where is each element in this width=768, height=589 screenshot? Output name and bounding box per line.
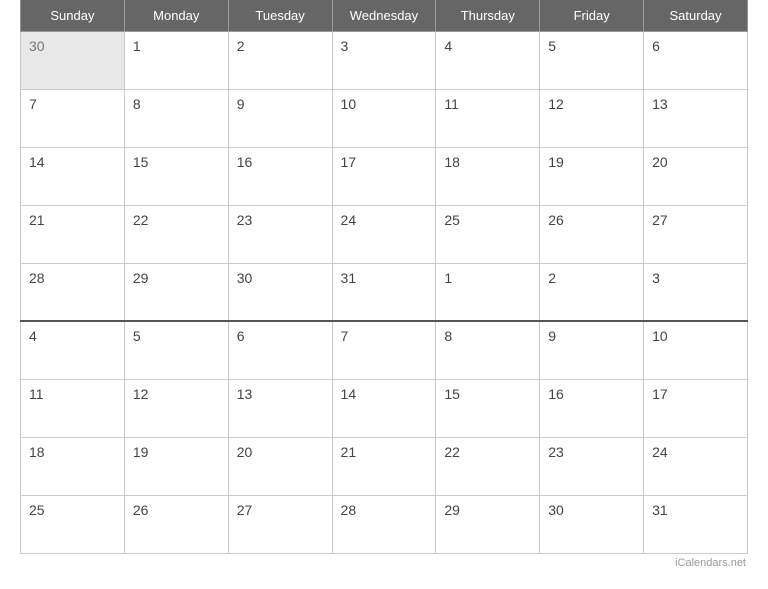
calendar-day: 16	[228, 147, 332, 205]
calendar-day: 27	[228, 495, 332, 553]
calendar-day: 26	[540, 205, 644, 263]
calendar-day: 2	[540, 263, 644, 321]
calendar-day: 21	[21, 205, 125, 263]
header-cell-sunday: Sunday	[21, 0, 125, 31]
calendar-day: 29	[124, 263, 228, 321]
calendar-day: 11	[21, 379, 125, 437]
week-row-6: 11121314151617	[21, 379, 748, 437]
calendar-day: 8	[124, 89, 228, 147]
calendar-day: 6	[644, 31, 748, 89]
calendar-day: 18	[21, 437, 125, 495]
calendar-day: 12	[124, 379, 228, 437]
calendar-day: 8	[436, 321, 540, 379]
calendar-day: 4	[21, 321, 125, 379]
calendar-day: 25	[436, 205, 540, 263]
week-row-0: 30123456	[21, 31, 748, 89]
calendar-day: 19	[124, 437, 228, 495]
week-row-1: 78910111213	[21, 89, 748, 147]
calendar-day: 10	[644, 321, 748, 379]
calendar-day: 23	[228, 205, 332, 263]
header-cell-thursday: Thursday	[436, 0, 540, 31]
week-row-7: 18192021222324	[21, 437, 748, 495]
calendar-day: 14	[332, 379, 436, 437]
calendar-day: 30	[540, 495, 644, 553]
calendar-day: 20	[228, 437, 332, 495]
calendar-day: 27	[644, 205, 748, 263]
calendar-day: 22	[124, 205, 228, 263]
calendar-day: 17	[332, 147, 436, 205]
calendar-day: 9	[228, 89, 332, 147]
calendar-day: 13	[228, 379, 332, 437]
calendar-day: 29	[436, 495, 540, 553]
calendar-day: 11	[436, 89, 540, 147]
calendar-day: 1	[124, 31, 228, 89]
calendar-container: July August 2024 SundayMondayTuesdayWedn…	[10, 0, 758, 589]
calendar-day: 9	[540, 321, 644, 379]
calendar-day: 22	[436, 437, 540, 495]
calendar-day: 3	[332, 31, 436, 89]
week-row-2: 14151617181920	[21, 147, 748, 205]
calendar-day: 4	[436, 31, 540, 89]
watermark: iCalendars.net	[20, 557, 748, 569]
calendar-day: 7	[21, 89, 125, 147]
header-cell-friday: Friday	[540, 0, 644, 31]
calendar-day: 21	[332, 437, 436, 495]
header-cell-wednesday: Wednesday	[332, 0, 436, 31]
calendar-day: 3	[644, 263, 748, 321]
calendar-day: 16	[540, 379, 644, 437]
header-cell-monday: Monday	[124, 0, 228, 31]
calendar-day: 23	[540, 437, 644, 495]
calendar-day: 13	[644, 89, 748, 147]
calendar-day: 1	[436, 263, 540, 321]
calendar-day: 2	[228, 31, 332, 89]
calendar-header: SundayMondayTuesdayWednesdayThursdayFrid…	[21, 0, 748, 31]
calendar-day: 18	[436, 147, 540, 205]
calendar-day: 20	[644, 147, 748, 205]
calendar-day: 15	[124, 147, 228, 205]
header-cell-saturday: Saturday	[644, 0, 748, 31]
calendar-day: 31	[332, 263, 436, 321]
calendar-table: SundayMondayTuesdayWednesdayThursdayFrid…	[20, 0, 748, 554]
calendar-day: 15	[436, 379, 540, 437]
calendar-day: 24	[332, 205, 436, 263]
calendar-day: 26	[124, 495, 228, 553]
calendar-day: 17	[644, 379, 748, 437]
week-row-5: 45678910	[21, 321, 748, 379]
calendar-day: 31	[644, 495, 748, 553]
week-row-8: 25262728293031	[21, 495, 748, 553]
calendar-day: 28	[332, 495, 436, 553]
calendar-body: 3012345678910111213141516171819202122232…	[21, 31, 748, 553]
calendar-day: 12	[540, 89, 644, 147]
week-row-4: 28293031123	[21, 263, 748, 321]
calendar-day: 25	[21, 495, 125, 553]
week-row-3: 21222324252627	[21, 205, 748, 263]
header-cell-tuesday: Tuesday	[228, 0, 332, 31]
calendar-day: 6	[228, 321, 332, 379]
calendar-day: 24	[644, 437, 748, 495]
calendar-day: 28	[21, 263, 125, 321]
calendar-day: 7	[332, 321, 436, 379]
calendar-day: 5	[540, 31, 644, 89]
calendar-day: 19	[540, 147, 644, 205]
header-row: SundayMondayTuesdayWednesdayThursdayFrid…	[21, 0, 748, 31]
calendar-day: 5	[124, 321, 228, 379]
calendar-day: 14	[21, 147, 125, 205]
calendar-day: 10	[332, 89, 436, 147]
calendar-day: 30	[21, 31, 125, 89]
calendar-day: 30	[228, 263, 332, 321]
